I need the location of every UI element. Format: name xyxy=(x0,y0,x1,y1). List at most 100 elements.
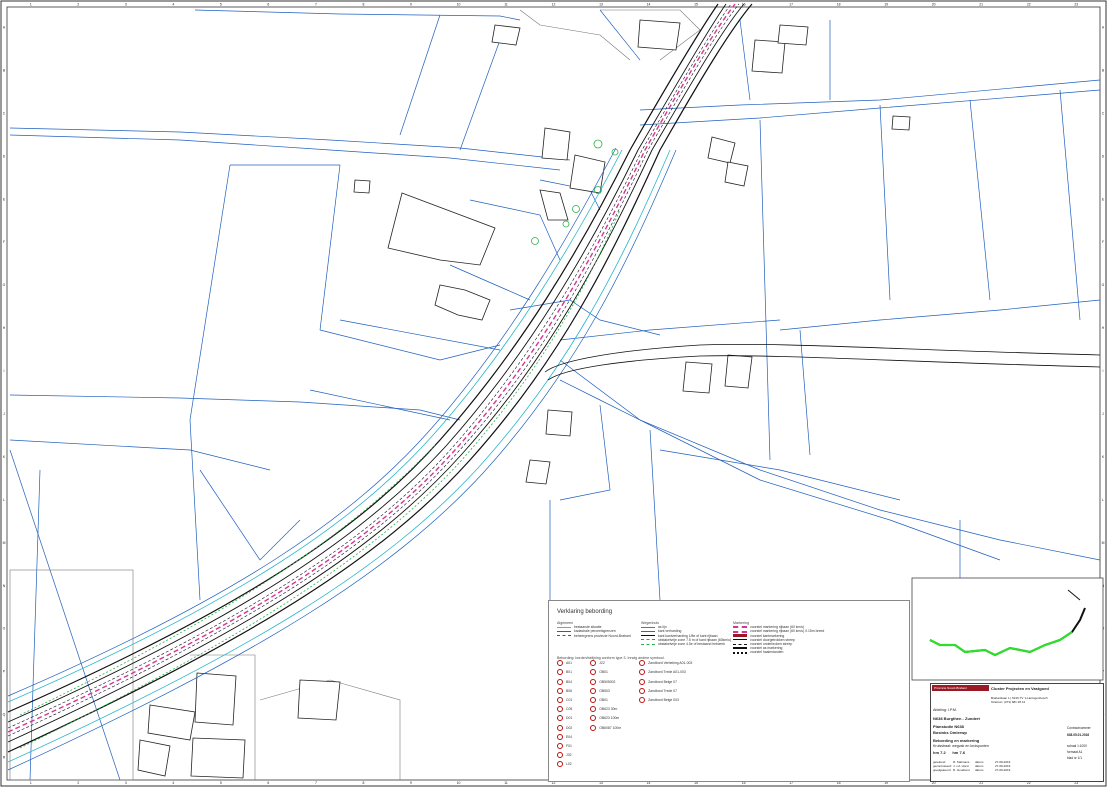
line-symbol xyxy=(641,626,655,628)
frame-tick-label: 18 xyxy=(837,3,841,7)
traffic-sign-icon xyxy=(590,678,597,685)
legend-signs-grid: A01 B01 B04 B06 C01 C05 D01 D02 E04 F01 J32 L02 J22… xyxy=(557,660,727,770)
department: Afdeling: I.P.M. xyxy=(933,708,957,712)
sign-legend-item: OB623 100m xyxy=(590,715,621,722)
frame-tick-label: 21 xyxy=(979,3,983,7)
traffic-sign-icon xyxy=(557,733,563,740)
legend-item: beheergrens provincie Noord-Brabant xyxy=(557,634,647,638)
traffic-sign-icon xyxy=(557,678,563,685)
frame-tick-label: O xyxy=(3,627,6,631)
legend-item: obstakelvrije zone 4.5e of bestaand hekw… xyxy=(641,642,731,646)
keymap xyxy=(911,577,1104,681)
signs-col-2: J22 OB01 OB505002 OB503 OB01 OB623 30m OB623 1… xyxy=(590,660,621,770)
sign-legend-item: OB623 30m xyxy=(590,706,621,713)
sign-legend-item: L02 xyxy=(557,761,572,768)
frame-tick-label: 15 xyxy=(694,3,698,7)
hm-range: hm 7.2 hm 7.6 xyxy=(933,750,966,755)
sign-legend-item: B06 xyxy=(557,687,572,694)
sign-legend-item: B04 xyxy=(557,678,572,685)
sign-legend-item: F01 xyxy=(557,742,572,749)
sign-legend-item: J22 xyxy=(590,660,621,667)
line-symbol xyxy=(557,626,571,628)
traffic-sign-icon xyxy=(557,752,563,759)
frame-tick-label: 7 xyxy=(315,3,317,7)
format: formaat A1 xyxy=(1067,750,1083,754)
sign-legend-item: OB505002 xyxy=(590,678,621,685)
traffic-sign-icon xyxy=(557,724,563,731)
traffic-sign-icon xyxy=(557,660,563,667)
sign-legend-item: OB01 xyxy=(590,696,621,703)
frame-tick-label: 23 xyxy=(1074,3,1078,7)
traffic-sign-icon xyxy=(590,660,597,667)
detail: Kruisstraat: wegvak en kruispunten xyxy=(933,744,989,748)
sub-plan: Bosinks Omlerwp xyxy=(933,730,967,735)
signs-col-1: A01 B01 B04 B06 C01 C05 D01 D02 E04 F01 J32 L02 xyxy=(557,660,572,770)
frame-tick-label: 10 xyxy=(457,781,461,785)
line-symbol xyxy=(733,643,747,645)
road-name: N638 Burgthen - Zundert xyxy=(933,716,980,721)
legend-col-general: Algemeen bestaande situatie kadastrale p… xyxy=(557,621,647,638)
traffic-sign-icon xyxy=(557,687,563,694)
frame-tick-label: 11 xyxy=(504,3,508,7)
frame-tick-label: 19 xyxy=(884,3,888,7)
frame-tick-label: Q xyxy=(3,713,6,717)
line-symbol xyxy=(733,626,747,629)
line-symbol xyxy=(641,643,655,645)
line-symbol xyxy=(733,651,747,654)
frame-tick-label: 6 xyxy=(267,3,269,7)
legend-title: Verklaring bebording xyxy=(557,609,613,615)
frame-tick-label: I xyxy=(1103,369,1104,373)
frame-tick-label: F xyxy=(1102,240,1104,244)
frame-tick-label: 6 xyxy=(267,781,269,785)
province-banner: Provincie Noord-Brabant xyxy=(932,685,989,691)
frame-tick-label: 9 xyxy=(410,781,412,785)
frame-tick-label: 8 xyxy=(362,781,364,785)
legend-col-marking: Markering voorstel markering rijbaan (60… xyxy=(733,621,903,655)
line-symbol xyxy=(733,634,747,638)
frame-tick-label: G xyxy=(3,283,6,287)
frame-tick-label: L xyxy=(1102,498,1104,502)
sign-legend-item: C05 xyxy=(557,706,572,713)
frame-tick-label: F xyxy=(3,240,5,244)
frame-tick-label: 9 xyxy=(410,3,412,7)
frame-tick-label: 7 xyxy=(315,781,317,785)
frame-tick-label: 14 xyxy=(647,3,651,7)
frame-tick-label: 5 xyxy=(220,3,222,7)
sign-legend-item: OB6087 100m xyxy=(590,724,621,731)
line-symbol xyxy=(557,635,571,637)
sheet-number: blad nr 1/1 xyxy=(1067,756,1083,760)
sign-legend-item: OB01 xyxy=(590,669,621,676)
sign-legend-item: Zandbord Verbeking A01-003 xyxy=(639,660,692,667)
frame-tick-label: 12 xyxy=(552,3,556,7)
traffic-sign-icon xyxy=(639,696,646,703)
sign-legend-item: Zandbord Trede 07 xyxy=(639,687,692,694)
frame-tick-label: 17 xyxy=(789,3,793,7)
sign-legend-item: Zandbord Belge 07 xyxy=(639,678,692,685)
plan-line: Planstudie N638 xyxy=(933,724,964,729)
frame-tick-label: 2 xyxy=(77,781,79,785)
line-symbol xyxy=(641,631,655,633)
sign-legend-item: D01 xyxy=(557,715,572,722)
legend-item: voorstel haaientanden xyxy=(733,650,903,654)
line-symbol xyxy=(733,630,747,633)
sign-legend-item: E04 xyxy=(557,733,572,740)
frame-tick-label: 5 xyxy=(220,781,222,785)
traffic-sign-icon xyxy=(590,687,597,694)
frame-tick-label: I xyxy=(4,369,5,373)
subject: Bebording en markering xyxy=(933,738,980,743)
sign-legend-item: C01 xyxy=(557,696,572,703)
frame-tick-label: 10 xyxy=(457,3,461,7)
frame-tick-label: 3 xyxy=(125,781,127,785)
sign-legend-item: B01 xyxy=(557,669,572,676)
frame-tick-label: 4 xyxy=(172,781,174,785)
scale: schaal 1:1000 xyxy=(1067,744,1087,748)
sign-legend-item: OB503 xyxy=(590,687,621,694)
contract-number: 638.05.01.2016 xyxy=(1067,733,1090,737)
traffic-sign-icon xyxy=(639,687,646,694)
traffic-sign-icon xyxy=(639,660,646,667)
frame-tick-label: 2 xyxy=(77,3,79,7)
phone: Telefoon: (073) 681 28 12 xyxy=(991,700,1026,704)
legend-col-road: Wegenhuis as lijn kant verharding kant k… xyxy=(641,621,731,646)
line-symbol xyxy=(733,639,747,641)
traffic-sign-icon xyxy=(590,724,597,731)
